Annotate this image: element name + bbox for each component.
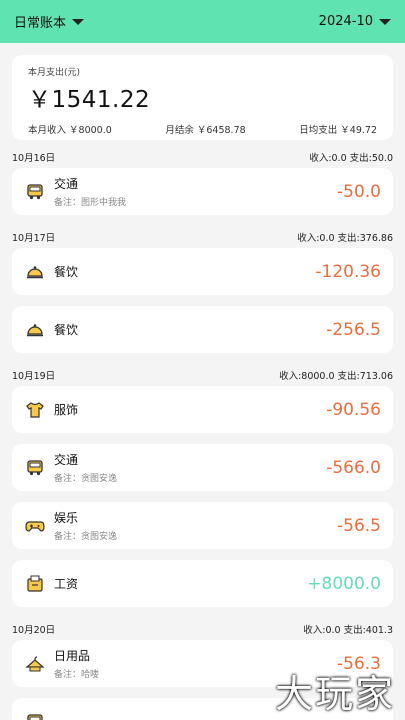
day-totals: 收入:0.0 支出:50.0 (309, 153, 393, 164)
day-totals: 收入:0.0 支出:376.86 (297, 233, 393, 244)
transaction-text: 娱乐 备注：贪图安逸 (54, 509, 337, 542)
day-date: 10月20日 (12, 625, 56, 636)
expense-label: 本月支出(元) (28, 68, 81, 78)
day-date: 10月19日 (12, 371, 56, 382)
transaction-text: 交通 备注：图形中我我 (54, 175, 337, 208)
day-date: 10月16日 (12, 153, 56, 164)
transaction-list[interactable]: 10月16日 收入:0.0 支出:50.0 交通 备注：图形中我我 -50.0 … (0, 146, 405, 720)
transaction-category: 餐饮 (54, 265, 79, 279)
transaction-amount: -566.0 (326, 457, 381, 478)
watermark-logo: 大玩家 (274, 672, 395, 716)
transaction-item[interactable]: 娱乐 备注：贪图安逸 -56.5 (12, 502, 393, 549)
summary-stats: 本月收入 ￥8000.0 月结余 ￥6458.78 日均支出 ￥49.72 (28, 122, 377, 136)
bus-icon (24, 711, 46, 720)
transaction-item[interactable]: 餐饮 -256.5 (12, 306, 393, 353)
transaction-text: 交通 备注：贪图安逸 (54, 451, 326, 484)
hanger-icon (24, 653, 46, 675)
day-header: 10月16日 收入:0.0 支出:50.0 (0, 146, 405, 168)
transaction-text: 餐饮 (54, 263, 315, 280)
transaction-item[interactable]: 交通 备注：图形中我我 -50.0 (12, 168, 393, 215)
transaction-note: 备注：贪图安逸 (54, 474, 118, 484)
monthly-summary-card: 本月支出(元) ￥1541.22 本月收入 ￥8000.0 月结余 ￥6458.… (12, 55, 393, 140)
wallet-icon (24, 573, 46, 595)
book-name: 日常账本 (14, 16, 67, 31)
transaction-amount: -256.5 (326, 319, 381, 340)
food-cloche-icon (24, 261, 46, 283)
tshirt-icon (24, 399, 46, 421)
bus-icon (24, 457, 46, 479)
transaction-amount: -56.5 (337, 515, 381, 536)
transaction-text: 服饰 (54, 401, 326, 418)
transaction-text: 餐饮 (54, 321, 326, 338)
food-cloche-icon (24, 319, 46, 341)
transaction-item[interactable]: 服饰 -90.56 (12, 386, 393, 433)
app-header: 日常账本 2024-10 (0, 0, 405, 43)
transaction-amount: +8000.0 (307, 573, 381, 594)
day-date: 10月17日 (12, 233, 56, 244)
transaction-category: 交通 (54, 453, 79, 467)
day-header: 10月20日 收入:0.0 支出:401.3 (0, 618, 405, 640)
day-totals: 收入:8000.0 支出:713.06 (279, 371, 393, 382)
transaction-amount: -50.0 (337, 181, 381, 202)
expense-total: ￥1541.22 (28, 87, 151, 113)
daily-average: 日均支出 ￥49.72 (299, 125, 377, 136)
gamepad-icon (24, 515, 46, 537)
transaction-item[interactable]: 工资 +8000.0 (12, 560, 393, 607)
transaction-category: 娱乐 (54, 511, 79, 525)
bus-icon (24, 181, 46, 203)
transaction-category: 交通 (54, 177, 79, 191)
transaction-amount: -120.36 (315, 261, 381, 282)
transaction-category: 服饰 (54, 403, 79, 417)
transaction-note: 备注：贪图安逸 (54, 532, 118, 542)
day-header: 10月19日 收入:8000.0 支出:713.06 (0, 364, 405, 386)
dropdown-arrow-icon (72, 18, 85, 25)
book-selector[interactable]: 日常账本 (14, 12, 85, 31)
day-header: 10月17日 收入:0.0 支出:376.86 (0, 226, 405, 248)
transaction-note: 备注：图形中我我 (54, 198, 127, 208)
transaction-item[interactable]: 交通 备注：贪图安逸 -566.0 (12, 444, 393, 491)
month-value: 2024-10 (318, 14, 373, 29)
month-selector[interactable]: 2024-10 (319, 14, 391, 29)
dropdown-arrow-icon (379, 18, 391, 25)
monthly-income: 本月收入 ￥8000.0 (28, 125, 112, 136)
transaction-item[interactable]: 餐饮 -120.36 (12, 248, 393, 295)
monthly-balance: 月结余 ￥6458.78 (165, 125, 246, 136)
transaction-category: 餐饮 (54, 323, 79, 337)
transaction-text: 工资 (54, 575, 307, 592)
transaction-category: 日用品 (54, 649, 91, 663)
transaction-category: 工资 (54, 577, 79, 591)
day-totals: 收入:0.0 支出:401.3 (303, 625, 393, 636)
transaction-amount: -90.56 (326, 399, 381, 420)
